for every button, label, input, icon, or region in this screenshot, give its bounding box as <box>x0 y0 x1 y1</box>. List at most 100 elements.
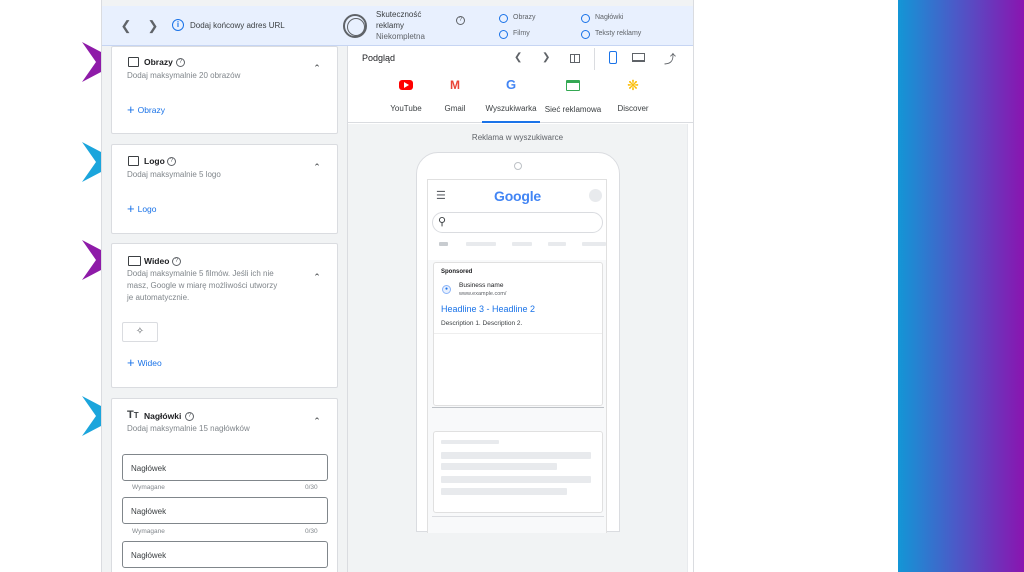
business-name: Business name <box>459 282 504 289</box>
logo-card: Logo ? Dodaj maksymalnie 5 logo ⌃ + Logo <box>111 144 338 234</box>
google-logo: Google <box>494 188 542 204</box>
forward-button[interactable]: ❯ <box>145 18 161 34</box>
tab-gmail[interactable]: M Gmail <box>435 79 475 113</box>
filter-bar <box>548 242 566 246</box>
required-hint: Wymagane <box>132 484 165 491</box>
ad-strength-label-2: reklamy <box>376 21 405 30</box>
ad-strength-value: Niekompletna <box>376 32 425 41</box>
filter-bar <box>582 242 606 246</box>
tab-youtube[interactable]: YouTube <box>386 80 426 113</box>
preview-canvas: Reklama w wyszukiwarce ☰ Google ⚲ Sponso… <box>348 124 687 572</box>
auto-generate-sparkle-button[interactable]: ✧ <box>122 322 158 342</box>
video-card: Wideo ? Dodaj maksymalnie 5 filmów. Jeśl… <box>111 243 338 388</box>
check-videos-label: Filmy <box>513 30 530 37</box>
collapse-chevron-icon[interactable]: ⌃ <box>310 416 324 427</box>
video-subtitle-line-1: Dodaj maksymalnie 5 filmów. Jeśli ich ni… <box>127 269 274 278</box>
gmail-icon: M <box>450 78 460 92</box>
images-subtitle: Dodaj maksymalnie 20 obrazów <box>127 71 241 80</box>
plus-icon: + <box>127 355 135 370</box>
scrollbar-track[interactable] <box>687 124 693 572</box>
globe-icon: ● <box>442 285 451 294</box>
next-preview-button[interactable]: ❯ <box>542 52 550 63</box>
headlines-subtitle: Dodaj maksymalnie 15 nagłówków <box>127 424 250 433</box>
logo-subtitle: Dodaj maksymalnie 5 logo <box>127 170 221 179</box>
prev-preview-button[interactable]: ❮ <box>514 52 522 63</box>
sponsored-label: Sponsored <box>441 269 473 275</box>
ad-strength-label: Skuteczność <box>376 10 422 19</box>
headlines-card: TT Nagłówki ? Dodaj maksymalnie 15 nagłó… <box>111 398 338 572</box>
collapse-chevron-icon[interactable]: ⌃ <box>310 63 324 74</box>
help-icon[interactable]: ? <box>167 157 176 166</box>
help-icon[interactable]: ? <box>456 16 465 25</box>
display-url: www.example.com/ <box>459 291 507 297</box>
hamburger-menu-icon: ☰ <box>436 190 446 202</box>
collapse-chevron-icon[interactable]: ⌃ <box>310 162 324 173</box>
columns-view-icon[interactable] <box>570 54 580 63</box>
headline-input-1[interactable]: Nagłówek <box>122 454 328 481</box>
add-logo-button[interactable]: + Logo <box>127 201 157 216</box>
headline-input-3[interactable]: Nagłówek <box>122 541 328 568</box>
search-icon: ⚲ <box>438 216 447 228</box>
required-hint: Wymagane <box>132 528 165 535</box>
check-images-label: Obrazy <box>513 14 536 21</box>
decorative-gradient <box>898 0 1024 572</box>
placeholder-result <box>433 431 603 513</box>
tab-discover[interactable]: ❋ Discover <box>610 78 656 113</box>
phone-mockup: ☰ Google ⚲ Sponsored ● Business name www… <box>416 152 620 533</box>
placeholder-line <box>441 476 591 483</box>
ad-strength-ring-icon <box>343 14 367 38</box>
add-images-button[interactable]: + Obrazy <box>127 102 165 117</box>
preview-title: Podgląd <box>362 53 396 63</box>
images-title: Obrazy <box>144 57 173 67</box>
collapse-chevron-icon[interactable]: ⌃ <box>310 272 324 283</box>
phone-camera <box>514 162 522 170</box>
discover-asterisk-icon: ❋ <box>627 77 639 93</box>
video-title: Wideo <box>144 256 170 266</box>
image-icon <box>128 156 139 166</box>
check-headlines-label: Nagłówki <box>595 14 624 21</box>
placeholder-line <box>441 488 567 495</box>
help-icon[interactable]: ? <box>172 257 181 266</box>
info-icon: i <box>172 19 184 31</box>
filter-bar <box>439 242 448 246</box>
filter-bar <box>466 242 496 246</box>
share-icon[interactable]: ⤴ <box>664 50 676 67</box>
headlines-title: Nagłówki <box>144 411 182 421</box>
tab-display-network[interactable]: Sieć reklamowa <box>541 80 605 114</box>
search-ad-preview: Sponsored ● Business name www.example.co… <box>433 262 603 406</box>
plus-icon: + <box>127 201 135 216</box>
placeholder-line <box>441 452 591 459</box>
mobile-device-icon[interactable] <box>609 51 617 64</box>
back-button[interactable]: ❮ <box>118 18 134 34</box>
chevron-left-icon: ❮ <box>120 18 132 33</box>
preview-panel: Podgląd ❮ ❯ ⤴ YouTube M Gmail G Wyszukiw… <box>347 46 693 572</box>
placeholder-line <box>441 440 499 444</box>
final-url-hint[interactable]: Dodaj końcowy adres URL <box>190 21 285 30</box>
help-icon[interactable]: ? <box>176 58 185 67</box>
headline-input-2[interactable]: Nagłówek <box>122 497 328 524</box>
check-images-icon <box>499 14 508 23</box>
search-input <box>432 212 603 233</box>
logo-title: Logo <box>144 156 165 166</box>
divider <box>432 516 604 517</box>
divider <box>594 48 595 70</box>
preview-caption: Reklama w wyszukiwarce <box>471 133 564 142</box>
video-subtitle-line-3: je automatycznie. <box>127 293 190 302</box>
tab-search[interactable]: G Wyszukiwarka <box>482 78 540 123</box>
display-network-icon <box>566 80 580 91</box>
help-icon[interactable]: ? <box>185 412 194 421</box>
preview-header: Podgląd ❮ ❯ ⤴ YouTube M Gmail G Wyszukiw… <box>348 46 693 123</box>
sparkle-icon: ✧ <box>135 326 145 337</box>
ad-description: Description 1. Description 2. <box>441 320 523 327</box>
chevron-right-icon: ❯ <box>542 52 551 63</box>
char-counter: 0/30 <box>305 528 318 535</box>
char-counter: 0/30 <box>305 484 318 491</box>
check-descriptions-label: Teksty reklamy <box>595 30 642 37</box>
add-video-button[interactable]: + Wideo <box>127 355 162 370</box>
chevron-right-icon: ❯ <box>147 18 159 33</box>
images-card: Obrazy ? Dodaj maksymalnie 20 obrazów ⌃ … <box>111 46 338 134</box>
plus-icon: + <box>127 102 135 117</box>
check-headlines-icon <box>581 14 590 23</box>
desktop-device-icon[interactable] <box>632 53 645 62</box>
ad-editor-app: ❮ ❯ i Dodaj końcowy adres URL Skutecznoś… <box>101 0 694 572</box>
